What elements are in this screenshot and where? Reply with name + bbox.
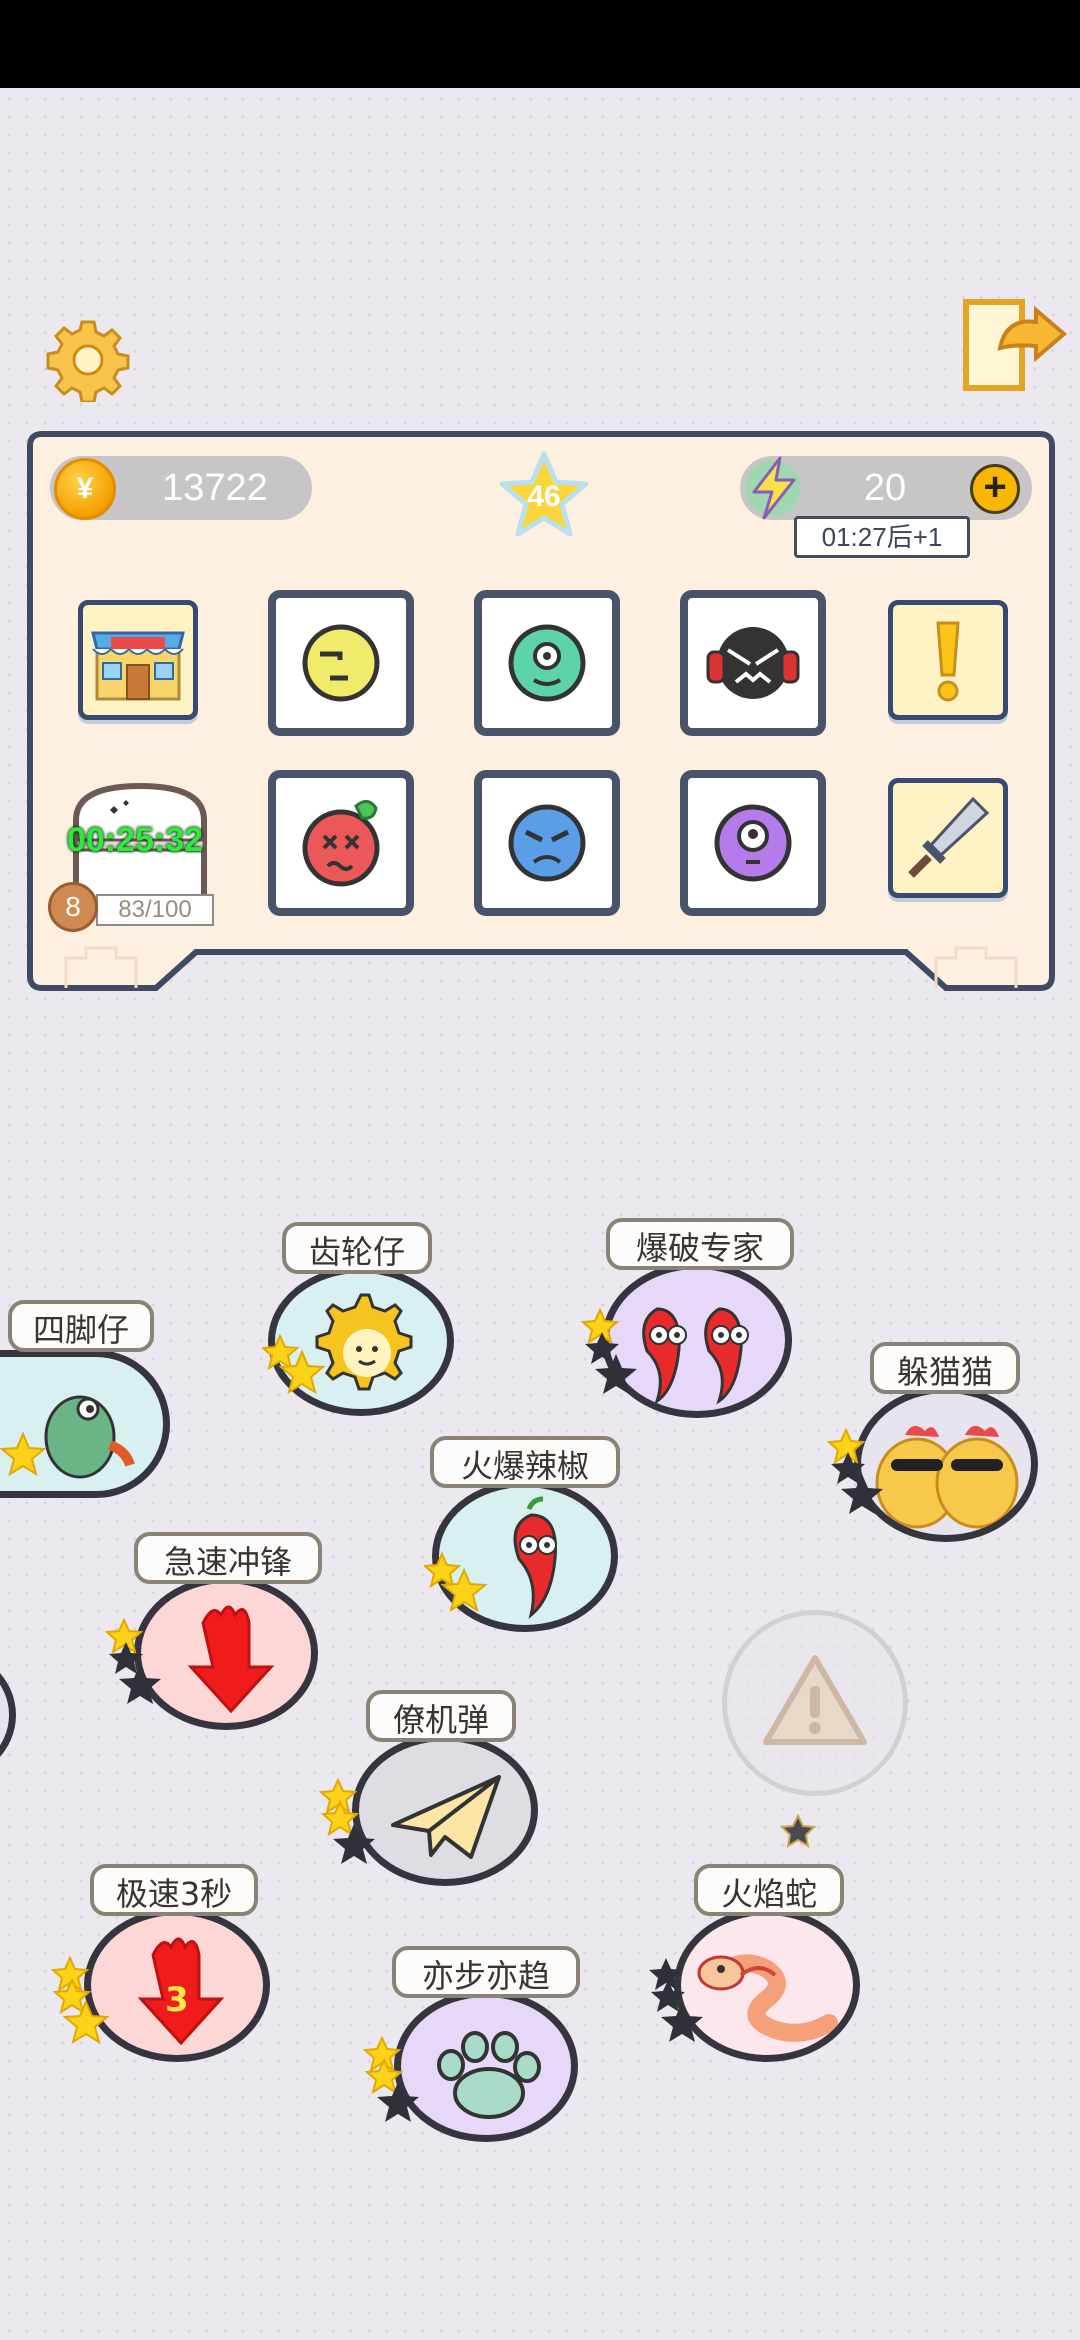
paw-icon [437, 2031, 541, 2119]
sword-icon [908, 796, 990, 878]
exclamation-icon [936, 621, 960, 702]
coin-icon: ¥ [54, 458, 116, 520]
chest-level-badge: 8 [48, 882, 98, 932]
character-label: 亦步亦趋 [392, 1946, 580, 1998]
paper-plane-icon [391, 1775, 501, 1859]
chicken-pair-icon [875, 1425, 1019, 1529]
red-face-icon [302, 800, 380, 887]
yellow-face-icon [302, 624, 380, 702]
red-arrow-icon [187, 1605, 275, 1714]
chest-timer: 00:25:32 [66, 821, 204, 859]
character-node-jisu3miao[interactable]: 3 极速3秒 [50, 1864, 274, 2064]
character-node-huobaolajiao[interactable]: 火爆辣椒 [424, 1436, 628, 1636]
coin-count: 13722 [162, 467, 268, 509]
star-rating [424, 1551, 488, 1613]
gear-icon[interactable] [46, 318, 130, 402]
energy-timer: 01:27后+1 [794, 516, 970, 558]
character-label: 极速3秒 [90, 1864, 258, 1916]
slot-headphone-face[interactable] [680, 590, 826, 736]
character-node-chilunzai[interactable]: 齿轮仔 [262, 1222, 462, 1422]
character-node-partial[interactable] [0, 1650, 20, 1780]
star-rating [649, 1958, 703, 2042]
character-label: 火爆辣椒 [430, 1436, 620, 1488]
warning-icon [763, 1655, 867, 1745]
purple-face-icon [714, 804, 792, 882]
lightning-icon [745, 456, 801, 520]
slot-red-face[interactable] [268, 770, 414, 916]
character-label: 齿轮仔 [282, 1222, 432, 1274]
character-node-liaojidan[interactable]: 僚机弹 [318, 1690, 542, 1890]
slot-purple-face[interactable] [680, 770, 826, 916]
star-count: 46 [527, 480, 561, 513]
character-node-yibuyiqu[interactable]: 亦步亦趋 [362, 1946, 584, 2146]
character-node-jisuchongfeng[interactable]: 急速冲锋 [104, 1532, 324, 1732]
status-bar [0, 0, 1080, 88]
character-label: 躲猫猫 [870, 1342, 1020, 1394]
star-rating [0, 1431, 46, 1477]
shop-icon [91, 631, 185, 701]
snake-icon [697, 1954, 838, 2042]
energy-count: 20 [863, 467, 907, 509]
slot-yellow-face[interactable] [268, 590, 414, 736]
sword-button[interactable] [888, 778, 1008, 898]
character-label: 爆破专家 [606, 1218, 794, 1270]
star-rating [826, 1427, 883, 1514]
add-energy-button[interactable]: + [970, 464, 1020, 514]
star-rating [780, 1814, 816, 1848]
character-label: 急速冲锋 [134, 1532, 322, 1584]
slot-blue-face[interactable] [474, 770, 620, 916]
green-face-icon [508, 624, 586, 702]
chest-progress: 83/100 [96, 894, 214, 926]
slot-green-face[interactable] [474, 590, 620, 736]
character-label: 火焰蛇 [694, 1864, 844, 1916]
star-rating [104, 1617, 161, 1704]
character-label: 僚机弹 [366, 1690, 516, 1742]
star-rating [362, 2035, 419, 2122]
character-node-sijiaozai[interactable]: 四脚仔 [0, 1300, 180, 1500]
star-rating [318, 1777, 375, 1864]
locked-node[interactable] [722, 1610, 912, 1850]
character-label: 四脚仔 [8, 1300, 154, 1352]
character-node-duomaomao[interactable]: 躲猫猫 [826, 1342, 1046, 1546]
headphone-face-icon [706, 627, 800, 699]
alert-button[interactable] [888, 600, 1008, 720]
red-arrow-3-icon: 3 [137, 1937, 225, 2046]
star-rating [262, 1333, 326, 1395]
character-node-huoyanshe[interactable]: 火焰蛇 [646, 1864, 866, 2064]
blue-face-icon [508, 804, 586, 882]
character-node-baopozhuanjia[interactable]: 爆破专家 [580, 1218, 800, 1422]
exit-icon[interactable] [960, 296, 1070, 396]
svg-text:3: 3 [165, 1980, 189, 2020]
shop-button[interactable] [78, 600, 198, 720]
star-rating [580, 1307, 637, 1394]
star-rating [50, 1955, 110, 2045]
